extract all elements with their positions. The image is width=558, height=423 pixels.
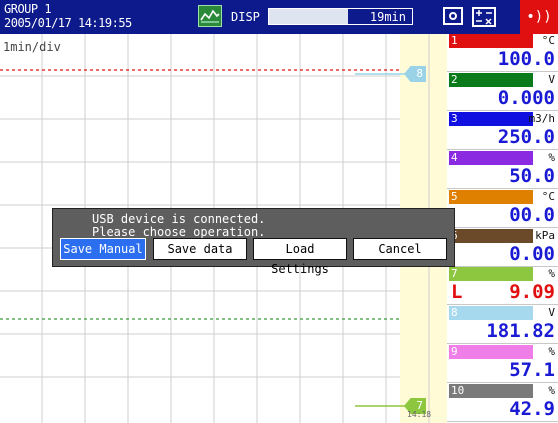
group-info: GROUP 1 2005/01/17 14:19:55 bbox=[4, 2, 132, 30]
channel-value: 9.09 bbox=[509, 281, 555, 304]
channel-value: 0.00 bbox=[509, 242, 555, 265]
channel-7: 7% L 9.09 bbox=[447, 267, 558, 306]
channel-3: 3 m3/h 250.0 bbox=[447, 111, 558, 150]
disp-label: DISP bbox=[231, 10, 260, 24]
channel-number: 10 bbox=[449, 384, 533, 399]
memory-time: 19min bbox=[369, 10, 406, 24]
channel-unit: % bbox=[548, 384, 555, 398]
channel-value: 181.82 bbox=[486, 320, 555, 343]
channel-unit: V bbox=[548, 72, 555, 86]
channel-number: 2 bbox=[449, 72, 533, 87]
channel-unit: % bbox=[548, 267, 555, 281]
channel-number: 7 bbox=[449, 267, 533, 282]
channel-4: 4% 50.0 bbox=[447, 150, 558, 189]
channel-value: 0.000 bbox=[497, 86, 555, 109]
channel-number: 4 bbox=[449, 150, 533, 165]
channel-unit: kPa bbox=[535, 228, 555, 242]
group-name: GROUP 1 bbox=[4, 2, 52, 16]
channel-number: 8 bbox=[449, 306, 533, 321]
save-data-button[interactable]: Save data bbox=[153, 238, 247, 260]
channel-number: 6 bbox=[449, 228, 533, 243]
channel-value: 50.0 bbox=[509, 164, 555, 187]
dialog-message: USB device is connected. Please choose o… bbox=[92, 213, 265, 239]
memory-progress-bar: 19min bbox=[268, 8, 413, 25]
channel-value: 100.0 bbox=[497, 48, 555, 70]
channel-panel: 1°C100.02V0.0003m3/h250.04%50.05°C00.06k… bbox=[447, 34, 558, 423]
channel-number: 9 bbox=[449, 345, 533, 360]
channel-5: 5 °C 00.0 bbox=[447, 189, 558, 228]
cancel-button[interactable]: Cancel bbox=[353, 238, 447, 260]
channel-8: 8 V 181.82 bbox=[447, 306, 558, 345]
channel-unit: °C bbox=[541, 189, 555, 203]
time-div-label: 1min/div bbox=[3, 40, 61, 54]
channel-unit: m3/h bbox=[528, 111, 556, 125]
datetime: 2005/01/17 14:19:55 bbox=[4, 16, 132, 30]
channel-number: 5 bbox=[449, 189, 533, 204]
channel-value: 57.1 bbox=[509, 359, 555, 382]
memory-progress-fill bbox=[269, 9, 348, 24]
status-bar: GROUP 1 2005/01/17 14:19:55 DISP 19min •… bbox=[0, 0, 558, 34]
channel-number: 1 bbox=[449, 34, 533, 48]
channel-value: 00.0 bbox=[509, 203, 555, 226]
save-manual-button[interactable]: Save Manual bbox=[60, 238, 146, 260]
channel-unit: V bbox=[548, 306, 555, 320]
channel-value: 42.9 bbox=[509, 398, 555, 421]
channel-1: 1 °C 100.0 bbox=[447, 34, 558, 72]
alarm-indicator: L bbox=[451, 281, 463, 304]
time-label: 14:18 bbox=[407, 410, 432, 419]
load-settings-button[interactable]: Load Settings bbox=[253, 238, 347, 276]
channel-2: 2 V 0.000 bbox=[447, 72, 558, 111]
channel-unit: °C bbox=[541, 34, 555, 47]
channel-10: 10% 42.9 bbox=[447, 384, 558, 423]
recorder-icon[interactable] bbox=[198, 5, 222, 27]
snapshot-icon[interactable] bbox=[443, 7, 463, 25]
channel-unit: % bbox=[548, 345, 555, 359]
channel-number: 3 bbox=[449, 111, 533, 126]
alarm-icon[interactable]: •)) bbox=[520, 0, 558, 34]
channel-unit: % bbox=[548, 150, 555, 164]
channel-9: 9% 57.1 bbox=[447, 345, 558, 384]
channel-value: 250.0 bbox=[497, 125, 555, 148]
usb-dialog: USB device is connected. Please choose o… bbox=[52, 208, 455, 276]
calc-icon[interactable] bbox=[472, 7, 496, 27]
channel-6: 6kPa0.00 bbox=[447, 228, 558, 267]
